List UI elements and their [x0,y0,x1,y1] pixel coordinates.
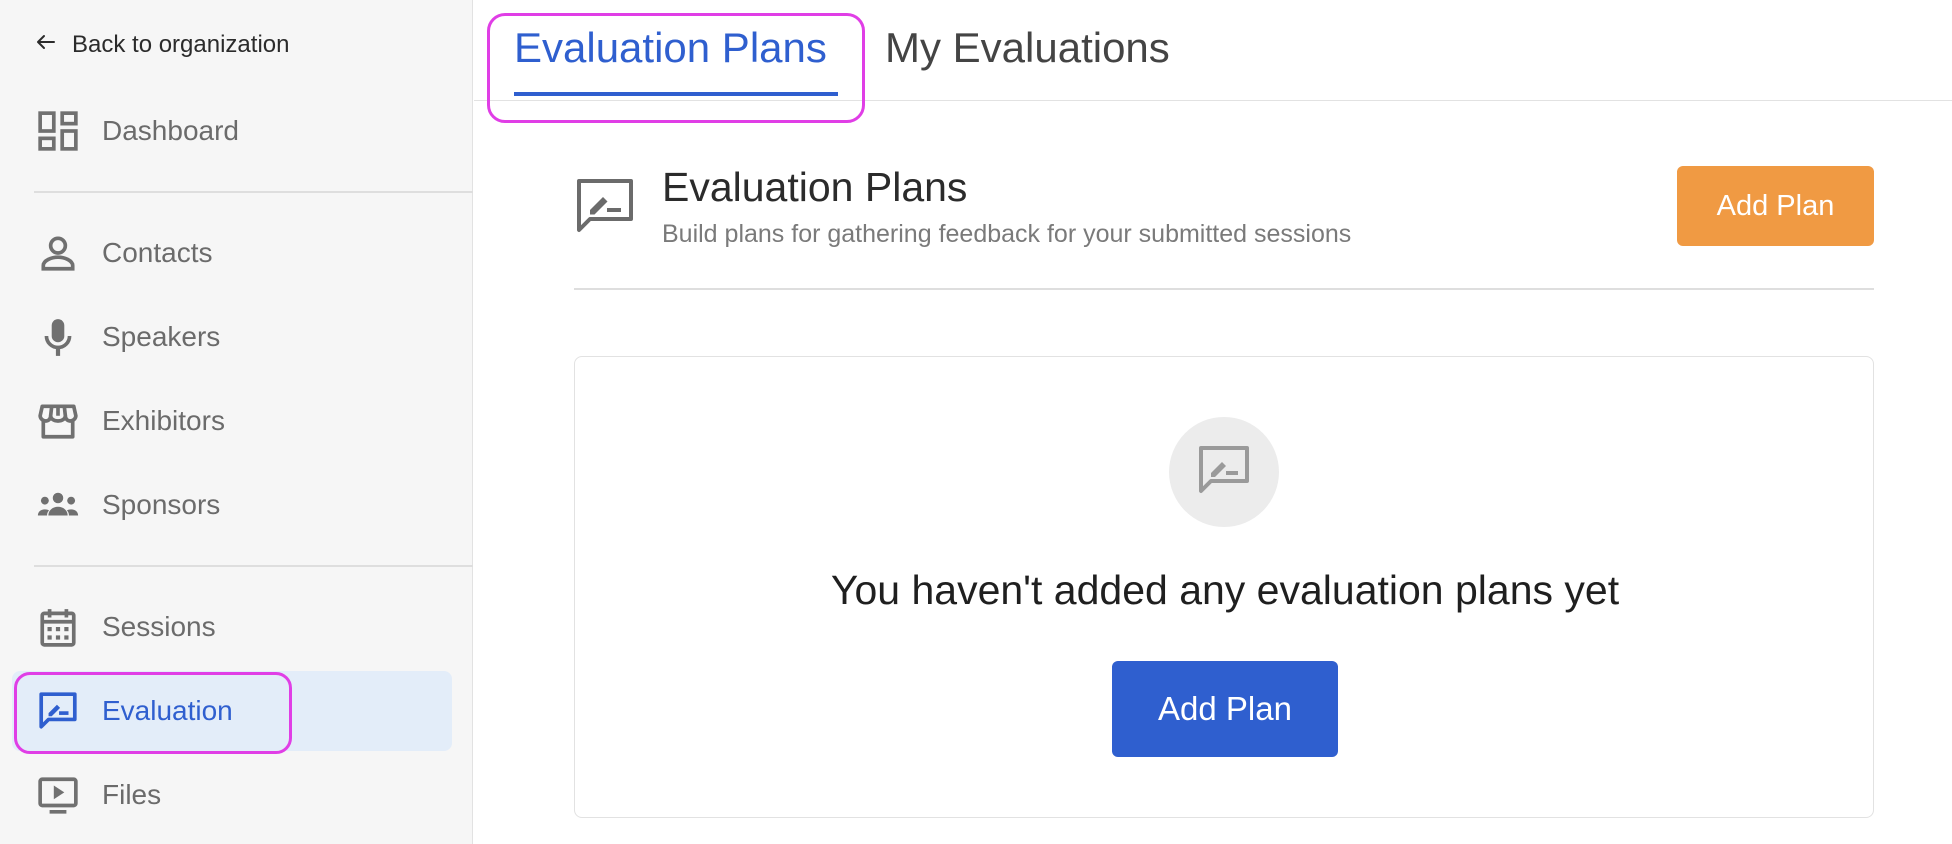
play-video-icon [36,773,80,817]
back-link-label: Back to organization [72,31,290,58]
sidebar-item-sessions[interactable]: Sessions [12,587,452,667]
sidebar-divider [34,191,473,193]
sidebar-item-files[interactable]: Files [12,755,452,835]
empty-state-message: You haven't added any evaluation plans y… [830,567,1620,613]
sidebar-item-exhibitors[interactable]: Exhibitors [12,381,452,461]
sidebar-item-contacts[interactable]: Contacts [12,213,452,293]
sidebar-item-label: Exhibitors [102,405,225,436]
sidebar-item-label: Evaluation [102,695,233,726]
sidebar-item-sponsors[interactable]: Sponsors [12,465,452,545]
tab-evaluation-plans[interactable]: Evaluation Plans [514,22,827,74]
sidebar: Back to organization Dashboard Contacts … [0,0,473,844]
sidebar-item-label: Speakers [102,321,221,352]
back-to-organization-link[interactable]: Back to organization [34,28,289,62]
dashboard-icon [36,109,80,153]
feedback-icon [1197,444,1251,501]
sidebar-item-label: Contacts [102,237,213,268]
feedback-icon [574,176,636,236]
tab-bar: Evaluation Plans My Evaluations [474,0,1952,101]
group-icon [36,483,80,527]
active-tab-underline [514,92,838,96]
sidebar-item-label: Sessions [102,611,216,642]
feedback-icon [36,689,80,733]
sidebar-item-dashboard[interactable]: Dashboard [12,91,452,171]
sidebar-item-label: Sponsors [102,489,221,520]
header-divider [574,288,1874,290]
sidebar-divider [34,565,473,567]
arrow-left-icon [34,30,58,61]
calendar-icon [36,605,80,649]
sidebar-item-label: Files [102,779,162,810]
empty-state-card: You haven't added any evaluation plans y… [574,356,1874,818]
add-plan-button[interactable]: Add Plan [1677,166,1874,246]
person-icon [36,231,80,275]
sidebar-item-evaluation[interactable]: Evaluation [12,671,452,751]
empty-state-icon-badge [1169,417,1279,527]
add-plan-primary-button[interactable]: Add Plan [1112,661,1338,757]
microphone-icon [36,315,80,359]
sidebar-item-speakers[interactable]: Speakers [12,297,452,377]
app-root: Back to organization Dashboard Contacts … [0,0,1952,844]
sidebar-item-label: Dashboard [102,115,239,146]
storefront-icon [36,399,80,443]
page-subtitle: Build plans for gathering feedback for y… [662,220,1352,248]
tab-my-evaluations[interactable]: My Evaluations [885,22,1170,74]
page-title: Evaluation Plans [662,164,968,210]
